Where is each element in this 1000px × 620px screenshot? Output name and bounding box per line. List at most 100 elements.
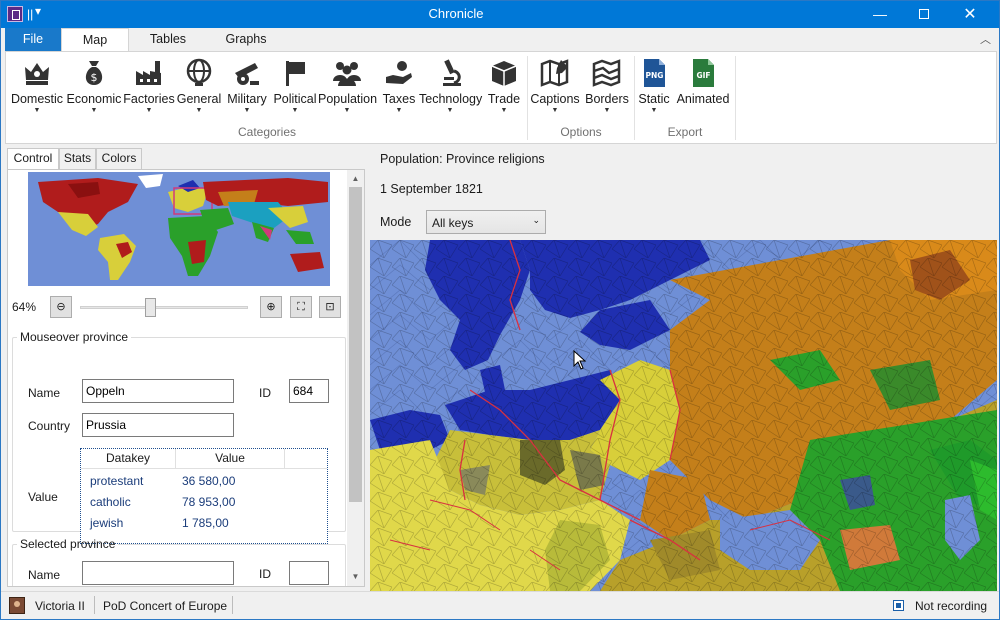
borders-button[interactable]: Borders ▼ bbox=[582, 57, 632, 123]
tab-file[interactable]: File bbox=[5, 28, 61, 52]
scroll-down-icon[interactable]: ▼ bbox=[347, 568, 364, 585]
technology-button[interactable]: Technology ▼ bbox=[419, 57, 483, 123]
general-button[interactable]: General ▼ bbox=[176, 57, 222, 123]
window-title: Chronicle bbox=[428, 6, 484, 21]
app-window: || ▾ Chronicle — ✕ File Map Tables Graph… bbox=[0, 0, 1000, 620]
chevron-down-icon: ▼ bbox=[650, 107, 658, 114]
tab-stats[interactable]: Stats bbox=[59, 148, 96, 169]
static-label: Static bbox=[638, 92, 670, 106]
close-button[interactable]: ✕ bbox=[947, 1, 993, 28]
gif-file-icon: GIF bbox=[693, 59, 714, 87]
maximize-button[interactable] bbox=[901, 1, 947, 28]
selected-name-field[interactable] bbox=[82, 561, 234, 585]
value-cell: 1 785,00 bbox=[182, 516, 229, 530]
zoom-out-icon: ⊖ bbox=[56, 301, 66, 313]
europe-map[interactable] bbox=[370, 240, 997, 591]
tab-graphs[interactable]: Graphs bbox=[213, 28, 279, 52]
map-panel: Population: Province religions 1 Septemb… bbox=[370, 144, 997, 591]
province-id-field[interactable] bbox=[289, 379, 329, 403]
technology-label: Technology bbox=[419, 92, 483, 106]
trade-button[interactable]: Trade ▼ bbox=[483, 57, 525, 123]
zoom-slider-thumb[interactable] bbox=[145, 298, 156, 317]
datakey-column-header[interactable]: Datakey bbox=[81, 449, 176, 469]
country-field[interactable] bbox=[82, 413, 234, 437]
ribbon-collapse-icon[interactable]: ︿ bbox=[980, 31, 991, 47]
value-table-header: Datakey Value bbox=[81, 449, 327, 469]
recording-status-icon[interactable] bbox=[893, 600, 904, 611]
crown-icon bbox=[25, 63, 49, 85]
value-label: Value bbox=[28, 490, 58, 504]
scroll-up-icon[interactable]: ▲ bbox=[347, 170, 364, 187]
trade-label: Trade bbox=[487, 92, 521, 106]
ribbon-divider bbox=[527, 56, 528, 140]
zoom-slider[interactable] bbox=[80, 306, 248, 309]
taxes-label: Taxes bbox=[382, 92, 416, 106]
table-row[interactable]: catholic 78 953,00 bbox=[81, 491, 327, 512]
value-table[interactable]: Datakey Value protestant 36 580,00 catho… bbox=[80, 448, 328, 544]
name-label: Name bbox=[28, 386, 61, 400]
status-separator bbox=[94, 596, 95, 614]
tab-map[interactable]: Map bbox=[61, 28, 129, 53]
factory-icon bbox=[136, 61, 161, 85]
zoom-reset-icon: ⊡ bbox=[325, 301, 335, 313]
chevron-down-icon: ▼ bbox=[343, 107, 351, 114]
captions-button[interactable]: Captions ▼ bbox=[529, 57, 581, 123]
people-icon bbox=[333, 62, 361, 86]
political-button[interactable]: Political ▼ bbox=[271, 57, 319, 123]
economic-button[interactable]: $ Economic ▼ bbox=[66, 57, 122, 123]
export-static-button[interactable]: PNG Static ▼ bbox=[637, 57, 671, 123]
tab-control[interactable]: Control bbox=[7, 148, 59, 170]
zoom-fit-icon: ⛶ bbox=[297, 301, 305, 313]
world-minimap[interactable] bbox=[28, 172, 330, 286]
money-bag-icon: $ bbox=[85, 61, 103, 85]
png-file-icon: PNG bbox=[644, 59, 665, 87]
hand-money-icon bbox=[386, 61, 412, 84]
selected-name-label: Name bbox=[28, 568, 61, 582]
cannon-icon bbox=[235, 63, 259, 85]
close-icon: ✕ bbox=[963, 6, 977, 23]
zoom-reset-button[interactable]: ⊡ bbox=[319, 296, 341, 318]
minimize-button[interactable]: — bbox=[857, 1, 903, 28]
selected-province-title: Selected province bbox=[20, 537, 116, 551]
left-panel-scrollbar[interactable]: ▲ ▼ bbox=[347, 170, 364, 586]
zoom-in-button[interactable]: ⊕ bbox=[260, 296, 282, 318]
province-name-field[interactable] bbox=[82, 379, 234, 403]
zoom-out-button[interactable]: ⊖ bbox=[50, 296, 72, 318]
captions-label: Captions bbox=[530, 92, 580, 106]
factories-button[interactable]: Factories ▼ bbox=[123, 57, 175, 123]
game-avatar-icon bbox=[9, 597, 25, 614]
mod-name: PoD Concert of Europe bbox=[103, 599, 228, 613]
country-label: Country bbox=[28, 419, 71, 433]
status-bar: Victoria II PoD Concert of Europe Not re… bbox=[1, 591, 999, 619]
tab-tables[interactable]: Tables bbox=[135, 28, 201, 52]
mouse-cursor-icon bbox=[573, 350, 587, 370]
domestic-button[interactable]: Domestic ▼ bbox=[10, 57, 64, 123]
scrollbar-thumb[interactable] bbox=[349, 187, 362, 502]
chevron-down-icon: ⌄ bbox=[532, 215, 540, 225]
png-badge: PNG bbox=[646, 71, 664, 80]
value-column-header[interactable]: Value bbox=[176, 449, 285, 469]
population-button[interactable]: Population ▼ bbox=[318, 57, 377, 123]
mode-dropdown[interactable]: All keys ⌄ bbox=[426, 210, 546, 234]
microscope-icon bbox=[443, 59, 461, 86]
table-row[interactable]: protestant 36 580,00 bbox=[81, 470, 327, 491]
ribbon-tab-bar: File Map Tables Graphs ︿ bbox=[1, 28, 999, 53]
chevron-down-icon: ▼ bbox=[243, 107, 251, 114]
table-row[interactable]: jewish 1 785,00 bbox=[81, 512, 327, 533]
selected-id-field[interactable] bbox=[289, 561, 329, 585]
selected-id-label: ID bbox=[259, 567, 271, 581]
taxes-button[interactable]: Taxes ▼ bbox=[378, 57, 420, 123]
value-cell: 36 580,00 bbox=[182, 474, 236, 488]
ribbon: Domestic ▼ $ Economic ▼ Factories ▼ Gene… bbox=[5, 51, 997, 144]
categories-group-label: Categories bbox=[237, 125, 297, 139]
zoom-fit-button[interactable]: ⛶ bbox=[290, 296, 312, 318]
recording-status: Not recording bbox=[915, 599, 988, 613]
export-group-label: Export bbox=[667, 125, 703, 139]
export-animated-button[interactable]: GIF Animated bbox=[674, 57, 732, 123]
options-group-label: Options bbox=[560, 125, 602, 139]
tab-colors[interactable]: Colors bbox=[96, 148, 142, 169]
flag-icon bbox=[286, 61, 305, 86]
military-label: Military bbox=[227, 92, 267, 106]
military-button[interactable]: Military ▼ bbox=[223, 57, 271, 123]
svg-text:$: $ bbox=[91, 71, 98, 84]
